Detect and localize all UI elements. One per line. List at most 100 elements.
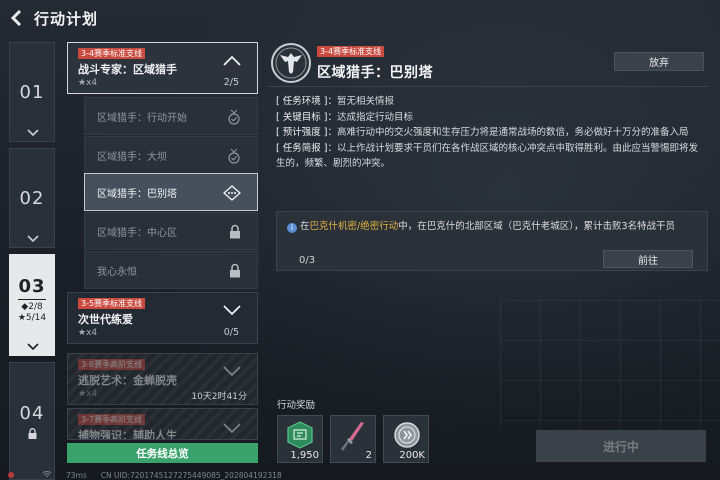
info-value: 高难行动中的交火强度和生存压力将是通常战场的数倍，务必做好十万分的准备入局 [336,127,689,138]
dagger-icon [341,422,364,451]
chapter-02[interactable]: 02 [9,148,55,248]
chapter-number: 03 [18,276,46,297]
page-title: 行动计划 [34,9,99,28]
info-icon: i [287,223,297,233]
mission-title: 次世代练爱 [78,313,133,326]
chevron-up-icon [223,55,241,66]
chapter-number: 01 [19,81,45,103]
chapter-star-stat: ★5/14 [17,313,47,323]
mission-tag: 3-4赛季标准支线 [78,48,146,59]
detail-title: 区域猎手：巴别塔 [317,65,433,81]
mission-tag: 3-8赛季高阶支线 [78,359,146,370]
task-objective: i 在巴克什机密/绝密行动中，在巴克什的北部区域（巴克什老城区），累计击败3名特战… [276,211,708,271]
mission-title: 逃脱艺术：金蝉脱壳 [78,374,177,387]
background-grid [500,300,720,430]
info-key: [ 任务简报 ]： [276,142,337,154]
mission-tag: 3-7赛季高阶支线 [78,414,146,425]
chapter-number: 04 [19,403,45,424]
mission-overview-button[interactable]: 任务线总览 [67,443,258,463]
chevron-down-icon [27,235,39,243]
mission-time-left: 10天2时41分 [191,392,247,402]
chapter-divider [18,299,46,300]
mission-card-zone-hunter[interactable]: 3-4赛季标准支线 战斗专家：区域猎手 ★x4 2/5 [67,42,258,94]
ping-text: 73ms [66,470,87,480]
back-button[interactable] [0,0,34,36]
silver-coin-icon [394,422,420,448]
mission-stars: ★x4 [78,78,98,88]
mission-card-escape-art[interactable]: 3-8赛季高阶支线 逃脱艺术：金蝉脱壳 ★x4 10天2时41分 [67,353,258,405]
sub-mission-center[interactable]: 区域猎手：中心区 [84,212,258,250]
task-highlight: 巴克什机密/绝密行动 [309,221,399,232]
reward-quantity: 1,950 [290,450,319,461]
sub-mission-start[interactable]: 区域猎手：行动开始 [84,97,258,135]
info-goal: [ 关键目标 ]：达成指定行动目标 [276,110,704,126]
mission-title: 战斗专家：区域猎手 [78,63,177,76]
chapter-04[interactable]: 04 [9,362,55,480]
header: 行动计划 [0,0,720,36]
task-description: i 在巴克什机密/绝密行动中，在巴克什的北部区域（巴克什老城区），累计击败3名特战… [287,219,707,234]
chevron-down-icon [223,423,241,434]
mission-card-next-gen[interactable]: 3-5赛季标准支线 次世代练爱 ★x4 0/5 [67,292,258,344]
medal-check-icon [228,109,240,125]
chapter-diamond-stat: ◆2/8 [21,302,43,312]
info-strength: [ 预计强度 ]：高难行动中的交火强度和生存压力将是通常战场的数倍，务必做好十万… [276,125,704,141]
chapter-03[interactable]: 03 ◆2/8 ★5/14 [9,254,55,356]
chapter-01[interactable]: 01 [9,42,55,142]
info-key: [ 关键目标 ]： [276,111,337,123]
reward-quantity: 200K [399,450,425,461]
record-dot-icon [8,472,14,478]
mission-stars: ★x4 [78,389,98,399]
task-text-post: 中，在巴克什的北部区域（巴克什老城区），累计击败3名特战干员 [398,221,676,232]
eagle-emblem-icon [271,43,311,83]
reward-item[interactable]: 1,950 [277,415,323,463]
reward-item[interactable]: 200K [383,415,429,463]
abandon-button[interactable]: 放弃 [614,52,704,71]
info-value: 以上作战计划要求干员们在各作战区域的核心冲突点中取得胜利。由此应当警惕即将发生的… [276,142,698,170]
mission-card-capture[interactable]: 3-7赛季高阶支线 捕物强识：辅助人生 [67,408,258,440]
chevron-down-icon [223,305,241,316]
info-environment: [ 任务环境 ]：暂无相关情报 [276,94,704,110]
uid-text: CN UID:7201745127275449085_202804192318 [100,470,282,480]
sub-mission-label: 我心永恒 [97,266,137,278]
medal-check-icon [228,148,240,164]
sub-mission-label: 区域猎手：中心区 [97,227,177,239]
chevron-down-icon [27,129,39,137]
mission-stars: ★x4 [78,328,98,338]
chapter-number: 02 [19,187,45,209]
detail-tag: 3-4赛季标准支线 [317,46,385,57]
mission-info: [ 任务环境 ]：暂无相关情报 [ 关键目标 ]：达成指定行动目标 [ 预计强度… [276,94,704,172]
lock-icon [28,428,36,439]
green-token-icon [287,421,313,449]
info-key: [ 预计强度 ]： [276,127,337,138]
in-progress-diamond-icon [223,185,241,201]
task-count: 0/3 [299,255,316,266]
info-key: [ 任务环境 ]： [276,96,337,107]
lock-icon [230,263,240,278]
sub-mission-label: 区域猎手：大坝 [97,151,167,163]
info-value: 暂无相关情报 [336,96,394,107]
mission-title: 捕物强识：辅助人生 [78,429,177,440]
sub-mission-label: 区域猎手：巴别塔 [97,188,177,200]
sub-mission-dam[interactable]: 区域猎手：大坝 [84,136,258,174]
sub-mission-my-heart[interactable]: 我心永恒 [84,251,258,289]
sub-mission-babel-tower[interactable]: 区域猎手：巴别塔 [84,173,258,211]
mission-tag: 3-5赛季标准支线 [78,298,146,309]
rewards-label: 行动奖励 [277,400,316,411]
lock-icon [230,224,240,239]
task-text-pre: 在 [300,221,310,232]
back-arrow-icon [10,10,22,26]
chevron-down-icon [27,343,39,351]
mission-progress: 2/5 [223,77,239,88]
info-brief: [ 任务简报 ]：以上作战计划要求干员们在各作战区域的核心冲突点中取得胜利。由此… [276,141,704,172]
status-bar: 73ms CN UID:7201745127275449085_20280419… [8,470,282,480]
info-value: 达成指定行动目标 [336,111,413,123]
goto-button[interactable]: 前往 [603,250,693,268]
mission-progress: 0/5 [223,327,239,338]
sub-mission-label: 区域猎手：行动开始 [97,112,187,124]
divider [268,86,708,87]
in-progress-button: 进行中 [536,430,706,462]
reward-quantity: 2 [365,450,372,461]
reward-item[interactable]: 2 [330,415,376,463]
chevron-down-icon [223,366,241,377]
wifi-icon [42,470,52,480]
